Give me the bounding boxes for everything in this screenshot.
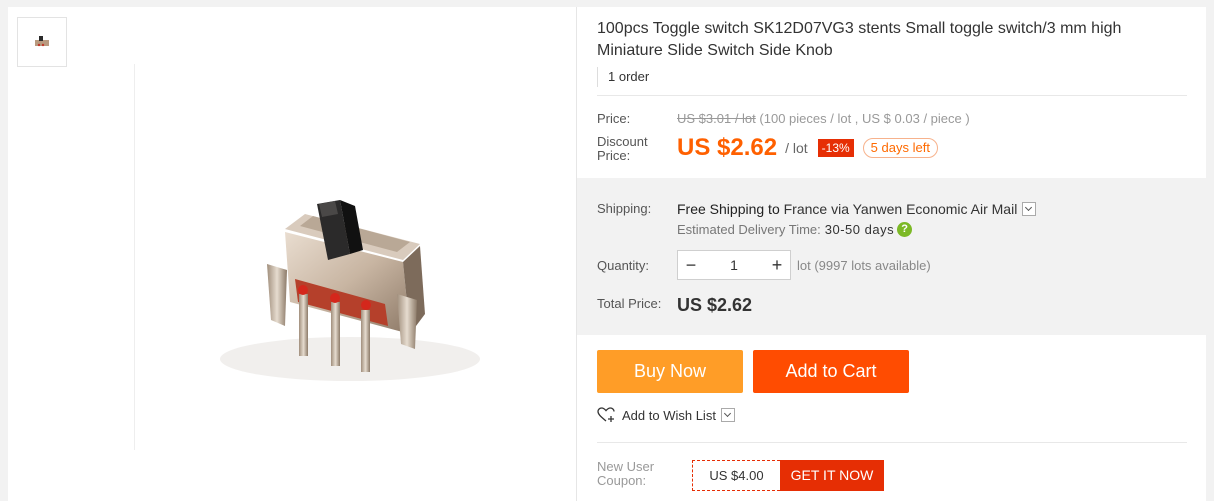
delivery-estimate-value: 30-50 days [824, 222, 895, 237]
heart-plus-icon [597, 407, 615, 422]
add-to-cart-button[interactable]: Add to Cart [753, 350, 909, 393]
discount-label-line2: Price: [597, 148, 631, 163]
price-detail: (100 pieces / lot , US $ 0.03 / piece ) [759, 111, 970, 126]
discount-badge: -13% [817, 139, 854, 157]
product-main-image[interactable] [134, 64, 564, 450]
discount-price-value: US $2.62 [677, 134, 778, 161]
quantity-label: Quantity: [597, 258, 650, 273]
product-title: 100pcs Toggle switch SK12D07VG3 stents S… [597, 20, 1122, 59]
divider [597, 442, 1187, 443]
total-price-value: US $2.62 [677, 295, 753, 315]
days-left-badge: 5 days left [862, 138, 938, 158]
shipping-label: Shipping: [597, 201, 652, 216]
price-label: Price: [597, 111, 631, 126]
chevron-down-icon[interactable] [720, 408, 735, 422]
free-shipping-text: Free Shipping to [677, 201, 780, 217]
quantity-increase-button[interactable]: + [764, 251, 790, 279]
shipping-option[interactable]: Free Shipping to France via Yanwen Econo… [677, 201, 1037, 217]
coupon-label-line2: Coupon: [597, 473, 647, 488]
chevron-down-icon[interactable] [1022, 202, 1037, 216]
original-price: US $3.01 / lot (100 pieces / lot , US $ … [677, 111, 970, 126]
order-count: 1 order [597, 67, 649, 87]
product-page: 100pcs Toggle switch SK12D07VG3 stents S… [8, 7, 1206, 501]
divider [597, 95, 1187, 96]
discount-label-line1: Discount [597, 134, 648, 149]
coupon-label: New User Coupon: [597, 460, 654, 488]
switch-thumbnail-icon [35, 36, 49, 47]
product-info-panel: 100pcs Toggle switch SK12D07VG3 stents S… [577, 7, 1206, 501]
discount-price-unit: / lot [785, 140, 808, 156]
toggle-switch-image [220, 200, 480, 381]
shipping-destination: France via Yanwen Economic Air Mail [783, 201, 1018, 217]
total-price-label: Total Price: [597, 296, 662, 311]
coupon-amount: US $4.00 [692, 460, 780, 491]
product-thumbnail[interactable] [17, 17, 67, 67]
coupon-label-line1: New User [597, 459, 655, 474]
new-user-coupon: US $4.00 GET IT NOW [692, 460, 884, 491]
delivery-estimate: Estimated Delivery Time: 30-50 days ? [677, 222, 913, 237]
original-price-value: US $3.01 / lot [677, 111, 756, 126]
discount-price: US $2.62 / lot -13% 5 days left [677, 134, 938, 162]
quantity-stepper: − 1 + [677, 250, 791, 280]
quantity-decrease-button[interactable]: − [678, 251, 704, 279]
buy-now-button[interactable]: Buy Now [597, 350, 743, 393]
quantity-availability: lot (9997 lots available) [797, 258, 931, 273]
add-to-wish-list[interactable]: Add to Wish List [597, 407, 735, 423]
quantity-input[interactable]: 1 [704, 257, 764, 273]
help-icon[interactable]: ? [897, 222, 913, 237]
get-coupon-button[interactable]: GET IT NOW [780, 460, 884, 491]
delivery-estimate-label: Estimated Delivery Time: [677, 222, 821, 237]
wish-list-label: Add to Wish List [622, 407, 716, 423]
